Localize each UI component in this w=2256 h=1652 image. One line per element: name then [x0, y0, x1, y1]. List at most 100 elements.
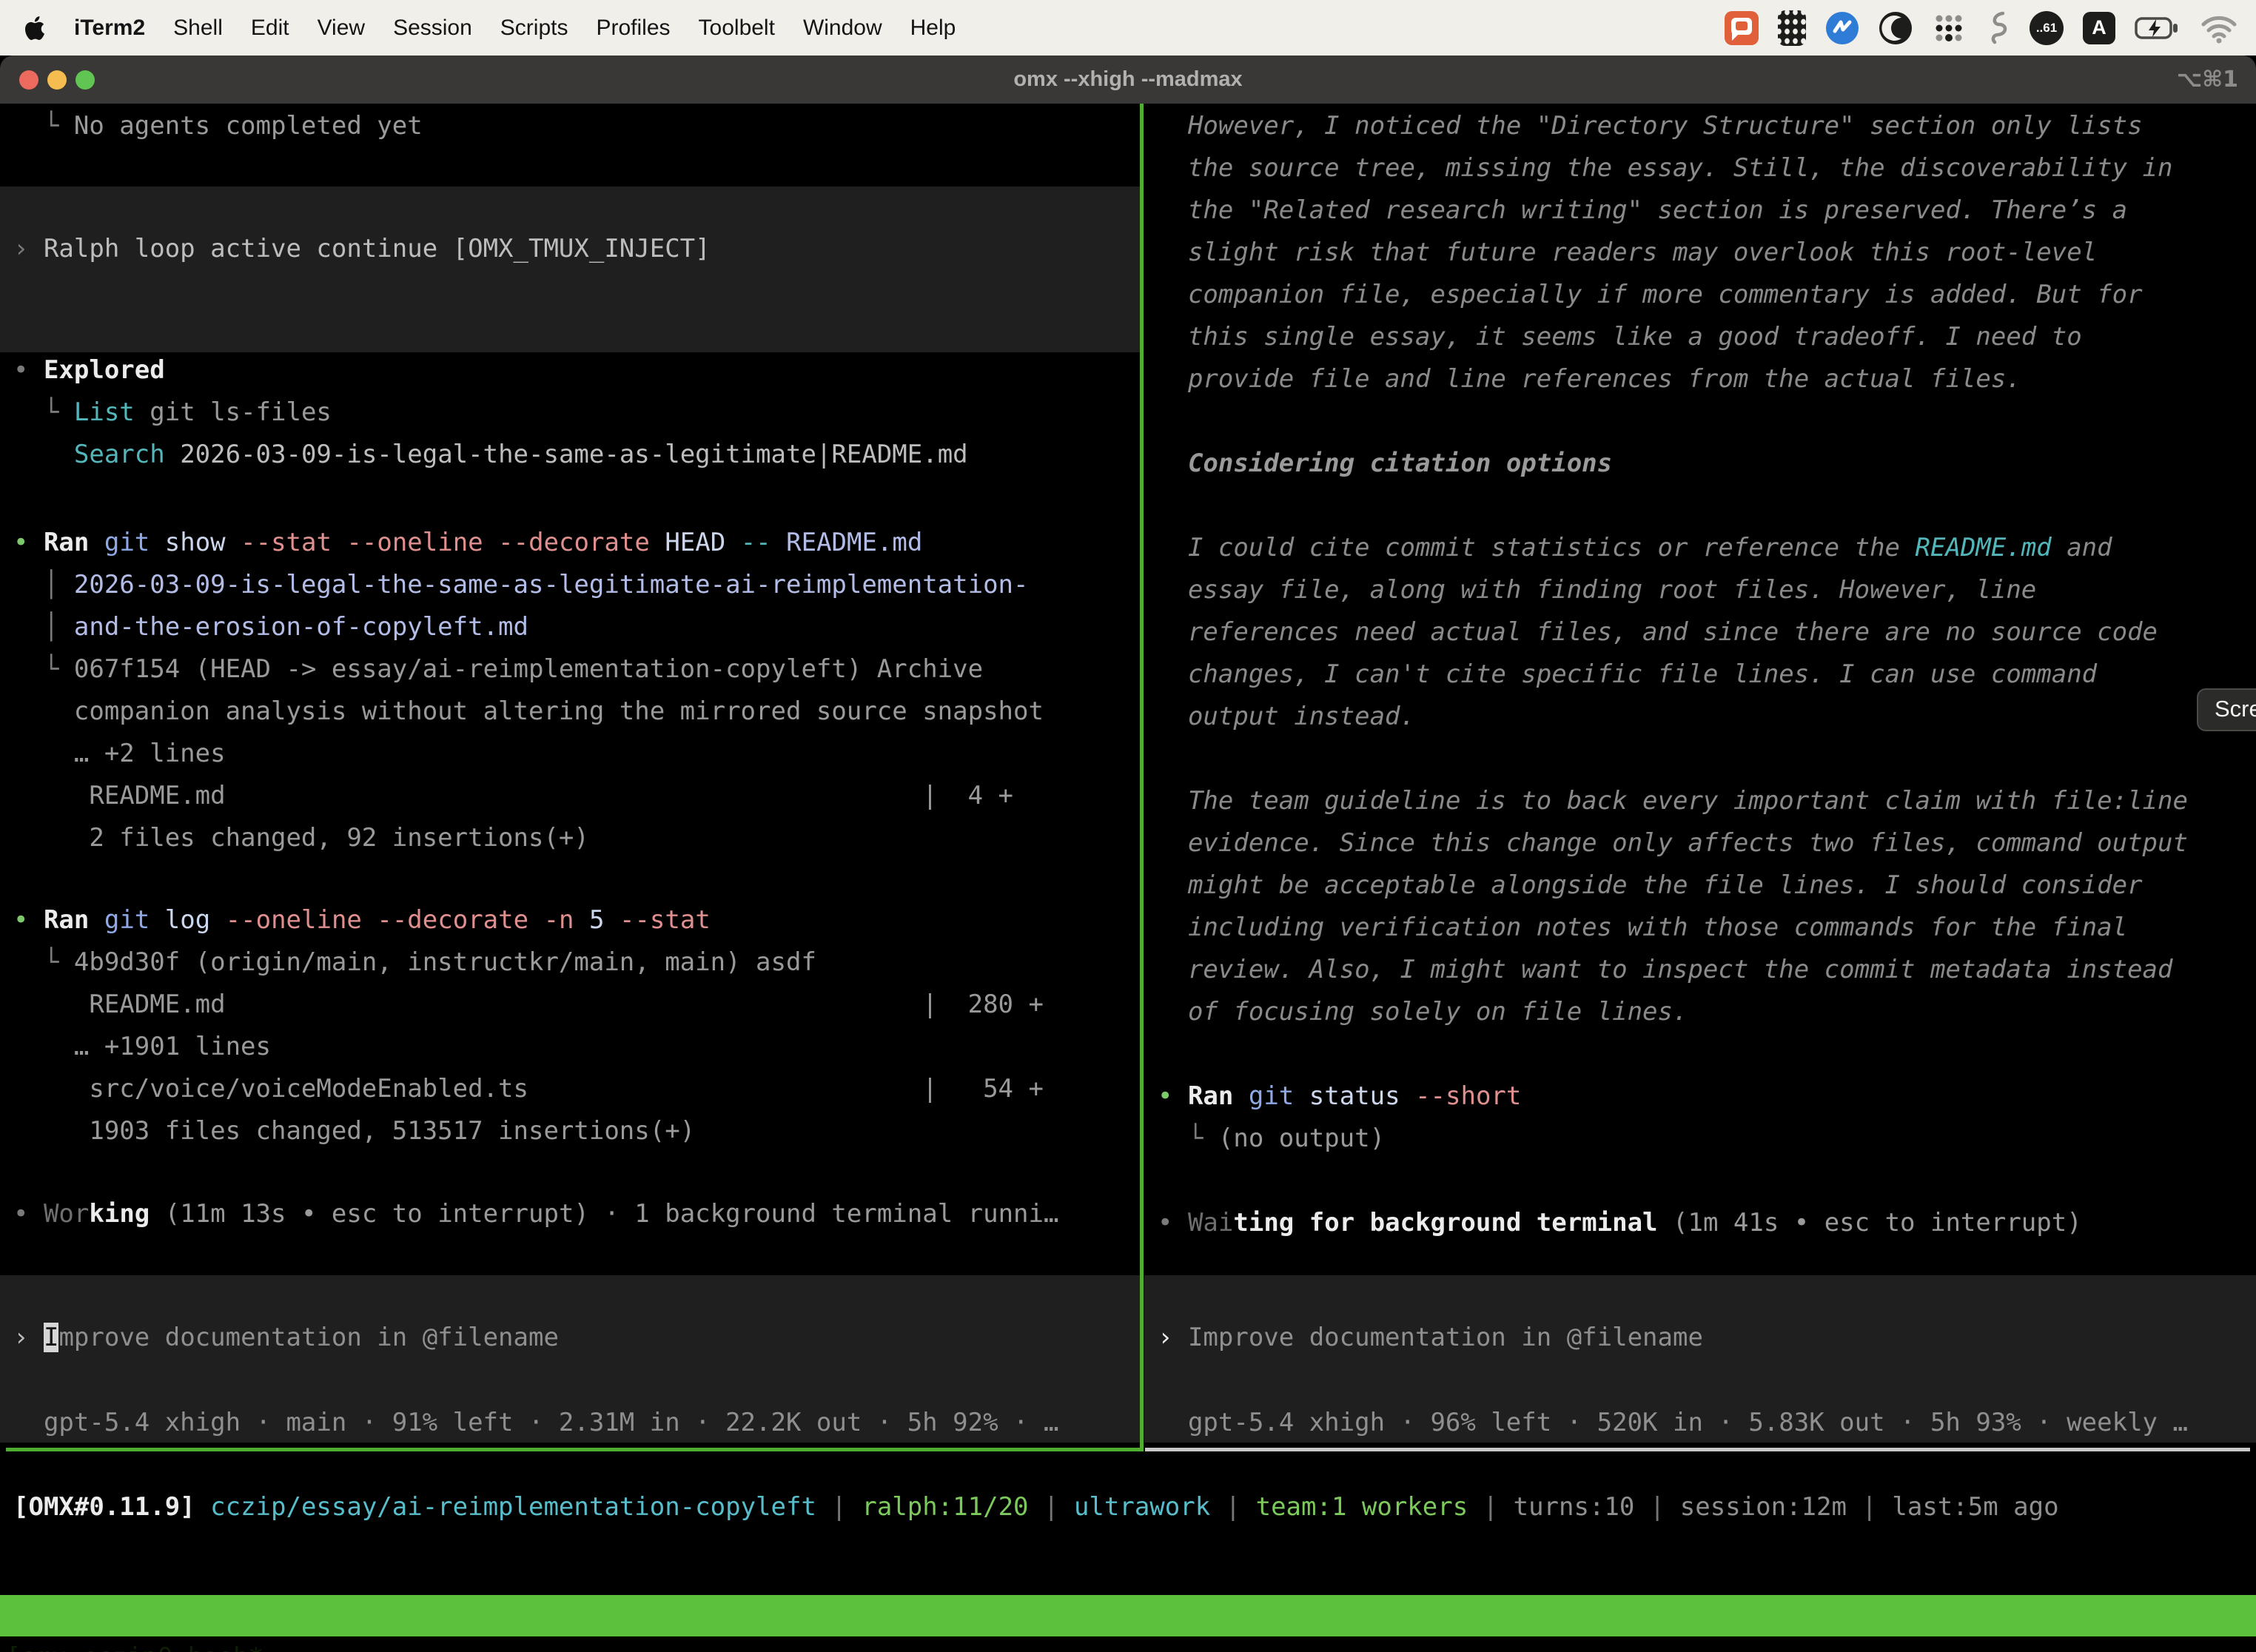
omx-status-text: [OMX#0.11.9] cczip/essay/ai-reimplementa… [0, 1486, 2256, 1528]
ran-git-show-section: • Ran git show --stat --oneline --decora… [0, 522, 1140, 859]
screen-tooltip: Scre [2197, 688, 2256, 731]
terminal-line: └ 067f154 (HEAD -> essay/ai-reimplementa… [0, 648, 1140, 691]
menu-item-toolbelt[interactable]: Toolbelt [699, 16, 775, 41]
terminal-line: the source tree, missing the essay. Stil… [1144, 147, 2256, 189]
terminal-line: Considering citation options [1144, 443, 2256, 485]
terminal-line: └ List git ls-files [0, 392, 1140, 434]
menubar-status-icons: ..61 A [1725, 10, 2238, 47]
window-shortcut-badge: ⌥⌘1 [2177, 56, 2238, 104]
explored-section: • Explored └ List git ls-files Search 20… [0, 349, 1140, 476]
terminal-line: the "Related research writing" section i… [1144, 189, 2256, 232]
terminal-line: evidence. Since this change only affects… [1144, 822, 2256, 864]
terminal-line: I could cite commit statistics or refere… [1144, 527, 2256, 569]
terminal-line: companion analysis without altering the … [0, 691, 1140, 733]
menu-item-help[interactable]: Help [910, 16, 956, 41]
menu-item-window[interactable]: Window [803, 16, 882, 41]
terminal-line: review. Also, I might want to inspect th… [1144, 949, 2256, 991]
terminal-line: … +2 lines [0, 733, 1140, 775]
battery-icon[interactable] [2135, 11, 2181, 45]
screen-tooltip-label: Scre [2215, 696, 2256, 722]
omx-status-line: [OMX#0.11.9] cczip/essay/ai-reimplementa… [0, 1486, 2256, 1528]
terminal-line: README.md | 280 + [0, 984, 1140, 1026]
terminal-line: • Ran git status --short [1144, 1075, 2256, 1118]
terminal-line: … +1901 lines [0, 1026, 1140, 1068]
chat-app-icon[interactable] [1725, 11, 1759, 45]
terminal-line: › Improve documentation in @filename [1144, 1317, 2256, 1359]
working-status: • Working (11m 13s • esc to interrupt) ·… [0, 1193, 1140, 1235]
terminal-line: this single essay, it seems like a good … [1144, 316, 2256, 358]
ran-git-log-section: • Ran git log --oneline --decorate -n 5 … [0, 899, 1140, 1152]
terminal-line: • Ran git show --stat --oneline --decora… [0, 522, 1140, 564]
model-status: gpt-5.4 xhigh · main · 91% left · 2.31M … [0, 1402, 1140, 1444]
badge-61-label: ..61 [2036, 21, 2057, 36]
terminal-line: • Explored [0, 349, 1140, 392]
terminal-line: including verification notes with those … [1144, 907, 2256, 949]
terminal-line: output instead. [1144, 696, 2256, 738]
menu-item-shell[interactable]: Shell [173, 16, 223, 41]
terminal-line: essay file, along with finding root file… [1144, 569, 2256, 611]
screen: iTerm2 Shell Edit View Session Scripts Profile… [0, 0, 2256, 1652]
terminal-line: src/voice/voiceModeEnabled.ts | 54 + [0, 1068, 1140, 1110]
terminal-line: README.md | 4 + [0, 775, 1140, 817]
terminal-line: › Improve documentation in @filename [0, 1317, 1140, 1359]
apple-menu-icon[interactable] [25, 16, 44, 40]
terminal-line: › Ralph loop active continue [OMX_TMUX_I… [0, 228, 1140, 270]
titlebar: omx --xhigh --madmax ⌥⌘1 [0, 56, 2256, 104]
reasoning-paragraph-3: The team guideline is to back every impo… [1144, 780, 2256, 1033]
terminal-line: │ 2026-03-09-is-legal-the-same-as-legiti… [0, 564, 1140, 606]
terminal-line: references need actual files, and since … [1144, 611, 2256, 654]
terminal-line: provide file and line references from th… [1144, 358, 2256, 400]
inactive-pane-border [1145, 1448, 2250, 1451]
menubar: iTerm2 Shell Edit View Session Scripts Profile… [0, 0, 2256, 56]
menu-item-view[interactable]: View [318, 16, 365, 41]
terminal-line: gpt-5.4 xhigh · main · 91% left · 2.31M … [0, 1402, 1140, 1444]
terminal-line: └ (no output) [1144, 1118, 2256, 1160]
ralph-banner: › Ralph loop active continue [OMX_TMUX_I… [0, 187, 1140, 352]
tmux-statusbar: [omx-cczip0:bash* "MacBook-Pro-44.local"… [0, 1595, 2256, 1636]
terminal-line: └ No agents completed yet [0, 105, 1140, 147]
menu-item-edit[interactable]: Edit [251, 16, 289, 41]
badge-61-icon[interactable]: ..61 [2030, 11, 2064, 45]
terminal-line: companion file, especially if more comme… [1144, 274, 2256, 316]
menu-item-iterm2[interactable]: iTerm2 [74, 16, 145, 41]
input-source-icon[interactable]: A [2083, 12, 2115, 44]
dots-grid-icon[interactable] [1932, 11, 1966, 45]
chat-bubble-icon [1731, 18, 1752, 35]
waiting-status: • Waiting for background terminal (1m 41… [1144, 1202, 2256, 1244]
model-status: gpt-5.4 xhigh · 96% left · 520K in · 5.8… [1144, 1402, 2256, 1444]
terminal-line: slight risk that future readers may over… [1144, 232, 2256, 274]
menu-item-session[interactable]: Session [393, 16, 472, 41]
active-pane-border [6, 1448, 1141, 1451]
terminal-line: • Ran git log --oneline --decorate -n 5 … [0, 899, 1140, 941]
terminal-line: However, I noticed the "Directory Struct… [1144, 105, 2256, 147]
terminal-line: might be acceptable alongside the file l… [1144, 864, 2256, 907]
reasoning-paragraph-2: I could cite commit statistics or refere… [1144, 527, 2256, 738]
terminal-line: Search 2026-03-09-is-legal-the-same-as-l… [0, 434, 1140, 476]
terminal-line: changes, I can't cite specific file line… [1144, 654, 2256, 696]
squiggle-icon[interactable] [1985, 10, 2010, 47]
tmux-session-label[interactable]: [omx-cczip0:bash* [6, 1636, 263, 1652]
menu-item-scripts[interactable]: Scripts [500, 16, 568, 41]
input-source-label: A [2092, 16, 2106, 39]
terminal-window: └ No agents completed yet › Ralph loop ac… [0, 104, 2256, 1652]
terminal-line: gpt-5.4 xhigh · 96% left · 520K in · 5.8… [1144, 1402, 2256, 1444]
terminal-line: of focusing solely on file lines. [1144, 991, 2256, 1033]
right-pane[interactable]: However, I noticed the "Directory Struct… [1144, 104, 2256, 1451]
window-title: omx --xhigh --madmax [0, 56, 2256, 104]
wifi-icon[interactable] [2200, 13, 2238, 44]
ran-git-status-section: • Ran git status --short └ (no output) [1144, 1075, 2256, 1160]
moon-circle-icon[interactable] [1879, 11, 1913, 45]
grid-shield-icon[interactable] [1778, 10, 1806, 46]
menu-item-profiles[interactable]: Profiles [596, 16, 670, 41]
terminal-line: 2 files changed, 92 insertions(+) [0, 817, 1140, 859]
menu-items: iTerm2 Shell Edit View Session Scripts Profile… [74, 16, 956, 41]
airplay-blue-icon[interactable] [1825, 11, 1859, 45]
terminal-line: │ and-the-erosion-of-copyleft.md [0, 606, 1140, 648]
agents-note: └ No agents completed yet [0, 105, 1140, 147]
terminal-line: • Waiting for background terminal (1m 41… [1144, 1202, 2256, 1244]
reasoning-paragraph-1: However, I noticed the "Directory Struct… [1144, 105, 2256, 400]
reasoning-heading: Considering citation options [1144, 443, 2256, 485]
left-pane[interactable]: └ No agents completed yet › Ralph loop ac… [0, 104, 1140, 1451]
pane-divider[interactable] [1140, 104, 1144, 1451]
terminal-line: 1903 files changed, 513517 insertions(+) [0, 1110, 1140, 1152]
